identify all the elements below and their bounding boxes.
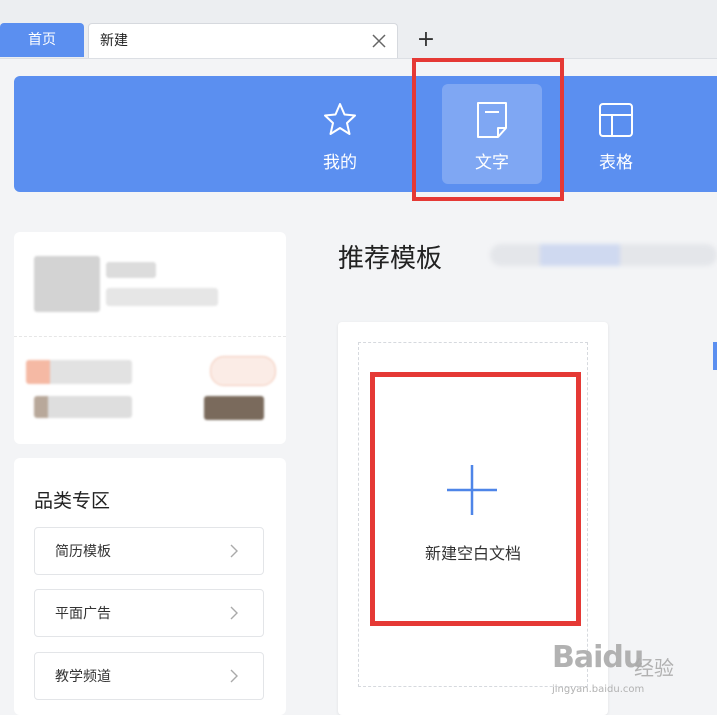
- app-header: 我的 文字 表格: [14, 76, 717, 192]
- category-item[interactable]: 平面广告: [34, 589, 264, 637]
- category-item-label: 平面广告: [55, 606, 111, 622]
- next-card-edge: [713, 342, 717, 370]
- watermark-url: jingyan.baidu.com: [552, 684, 645, 695]
- watermark-logo: Baidu: [552, 640, 644, 675]
- category-panel: 品类专区 简历模板 平面广告 教学频道: [14, 458, 286, 715]
- category-title: 品类专区: [34, 490, 111, 512]
- blurred-stat: [26, 360, 132, 384]
- chevron-right-icon: [230, 669, 238, 683]
- blurred-badge: [210, 356, 276, 386]
- nav-mine-label: 我的: [323, 153, 357, 173]
- chevron-right-icon: [230, 544, 238, 558]
- highlight-box-card: [370, 372, 581, 626]
- chevron-right-icon: [230, 606, 238, 620]
- tab-home[interactable]: 首页: [0, 23, 84, 57]
- blurred-stat: [34, 396, 132, 418]
- tab-bar: 首页 新建 +: [0, 0, 717, 59]
- blurred-info: [106, 288, 218, 306]
- category-item-label: 简历模板: [55, 544, 111, 560]
- category-item-label: 教学频道: [55, 669, 111, 685]
- watermark-suffix: 经验: [634, 656, 674, 680]
- table-icon: [599, 103, 633, 137]
- highlight-box-nav: [412, 58, 564, 201]
- avatar: [34, 256, 100, 312]
- nav-table[interactable]: 表格: [566, 84, 666, 184]
- add-tab-button[interactable]: +: [414, 28, 438, 52]
- profile-panel: [14, 232, 286, 444]
- nav-mine[interactable]: 我的: [290, 84, 390, 184]
- section-title: 推荐模板: [338, 244, 443, 274]
- category-item[interactable]: 教学频道: [34, 652, 264, 700]
- blurred-name: [106, 262, 156, 278]
- star-icon: [324, 103, 356, 135]
- category-item[interactable]: 简历模板: [34, 527, 264, 575]
- tab-new[interactable]: 新建: [88, 23, 398, 58]
- close-icon[interactable]: [371, 33, 387, 49]
- watermark: Baidu 经验 jingyan.baidu.com: [552, 638, 702, 708]
- blurred-image: [204, 396, 264, 420]
- blurred-search: [490, 244, 717, 266]
- tab-new-label: 新建: [100, 33, 128, 49]
- divider: [14, 336, 286, 337]
- nav-table-label: 表格: [599, 153, 633, 173]
